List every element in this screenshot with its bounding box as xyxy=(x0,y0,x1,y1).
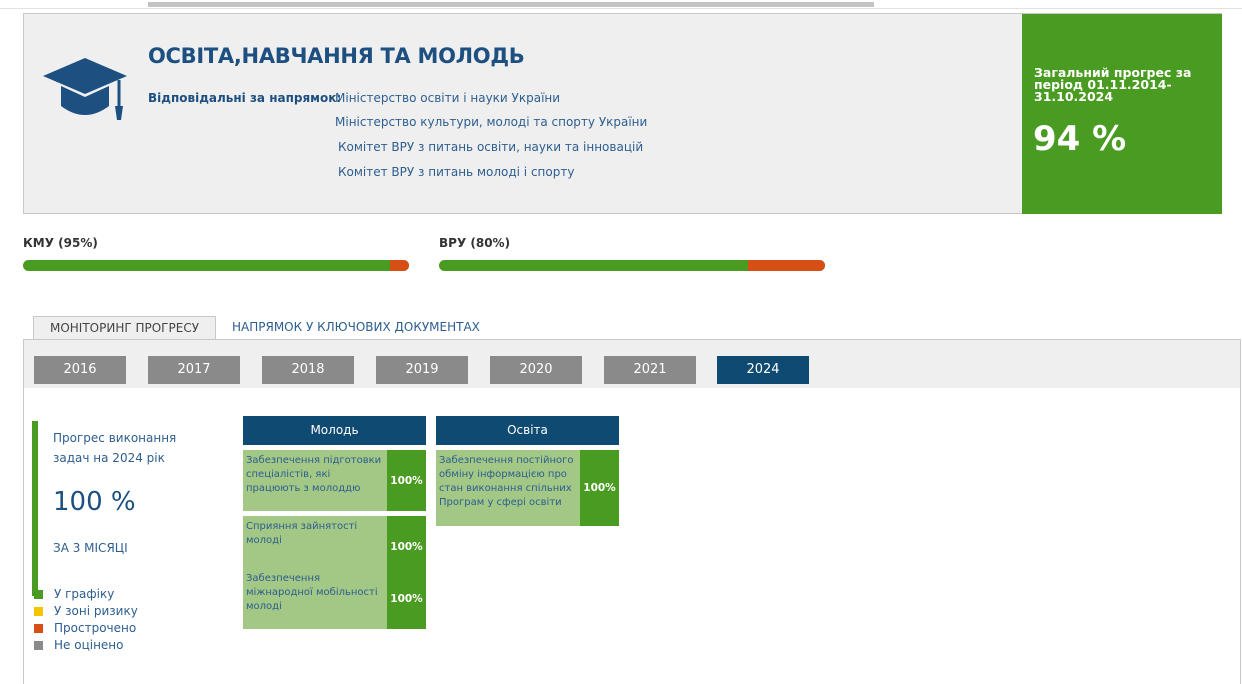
year-content: Прогрес виконання задач на 2024 рік 100 … xyxy=(24,388,1240,684)
task-text: Забезпечення міжнародної мобільності мол… xyxy=(243,568,387,629)
horizontal-scrollbar[interactable] xyxy=(0,0,1242,9)
at-risk-swatch xyxy=(34,607,43,616)
kmu-progress-bar xyxy=(23,260,409,271)
kmu-bar-label: КМУ (95%) xyxy=(23,236,98,250)
monitoring-panel: 2016 2017 2018 2019 2020 2021 2024 Прогр… xyxy=(23,339,1241,684)
task-percent: 100% xyxy=(580,450,619,526)
graduation-cap-icon xyxy=(43,58,127,120)
legend-item-not-rated: Не оцінено xyxy=(34,637,138,654)
task-text: Забезпечення підготовки спеціалістів, як… xyxy=(243,450,387,511)
year-progress-value: 100 % xyxy=(53,487,136,517)
year-tab-2019[interactable]: 2019 xyxy=(376,356,468,384)
year-progress-label-line2: задач на 2024 рік xyxy=(53,451,165,465)
legend-item-on-track: У графіку xyxy=(34,586,138,603)
legend-label: У графіку xyxy=(54,587,115,601)
not-rated-swatch xyxy=(34,641,43,650)
year-tab-2017[interactable]: 2017 xyxy=(148,356,240,384)
responsible-committee-education: Комітет ВРУ з питань освіти, науки та ін… xyxy=(338,140,644,154)
vru-overdue-segment xyxy=(747,260,825,271)
tab-monitoring[interactable]: МОНІТОРИНГ ПРОГРЕСУ xyxy=(33,316,216,341)
on-track-swatch xyxy=(34,590,43,599)
vru-progress-bar xyxy=(439,260,825,271)
legend-label: У зоні ризику xyxy=(54,604,138,618)
year-tab-2024[interactable]: 2024 xyxy=(717,356,809,384)
responsible-ministry-culture: Міністерство культури, молоді та спорту … xyxy=(335,115,648,129)
year-progress-label: Прогрес виконання задач на 2024 рік xyxy=(53,428,176,468)
task-text: Забезпечення постійного обміну інформаці… xyxy=(436,450,580,526)
overall-progress-box: Загальний прогрес за період 01.11.2014-3… xyxy=(1022,14,1222,214)
overdue-swatch xyxy=(34,624,43,633)
responsible-label: Відповідальні за напрямок: xyxy=(148,91,342,105)
direction-header: ОСВІТА,НАВЧАННЯ ТА МОЛОДЬ Відповідальні … xyxy=(23,13,1222,214)
overall-progress-value: 94 % xyxy=(1033,119,1127,159)
responsible-committee-youth: Комітет ВРУ з питань молоді і спорту xyxy=(338,165,575,179)
legend-label: Не оцінено xyxy=(54,638,124,652)
status-legend: У графіку У зоні ризику Прострочено Не о… xyxy=(34,586,138,654)
legend-label: Прострочено xyxy=(54,621,137,635)
overall-progress-label: Загальний прогрес за період 01.11.2014-3… xyxy=(1034,65,1192,104)
task-percent: 100% xyxy=(387,568,426,629)
column-education-header: Освіта xyxy=(436,416,619,445)
year-tab-2016[interactable]: 2016 xyxy=(34,356,126,384)
page-title: ОСВІТА,НАВЧАННЯ ТА МОЛОДЬ xyxy=(148,44,525,68)
vru-bar-label: ВРУ (80%) xyxy=(439,236,511,250)
legend-item-at-risk: У зоні ризику xyxy=(34,603,138,620)
year-tab-2021[interactable]: 2021 xyxy=(604,356,696,384)
progress-status-rule xyxy=(32,421,38,596)
year-tab-2018[interactable]: 2018 xyxy=(262,356,354,384)
kmu-overdue-segment xyxy=(389,260,409,271)
year-tab-2020[interactable]: 2020 xyxy=(490,356,582,384)
task-percent: 100% xyxy=(387,450,426,511)
year-progress-label-line1: Прогрес виконання xyxy=(53,431,177,445)
year-progress-period: ЗА 3 МІСЯЦІ xyxy=(53,541,128,555)
responsible-ministry-education: Міністерство освіти і науки України xyxy=(335,91,561,105)
scrollbar-thumb[interactable] xyxy=(148,2,874,7)
column-youth-header: Молодь xyxy=(243,416,426,445)
tab-key-documents[interactable]: НАПРЯМОК У КЛЮЧОВИХ ДОКУМЕНТАХ xyxy=(222,316,490,340)
legend-item-overdue: Прострочено xyxy=(34,620,138,637)
